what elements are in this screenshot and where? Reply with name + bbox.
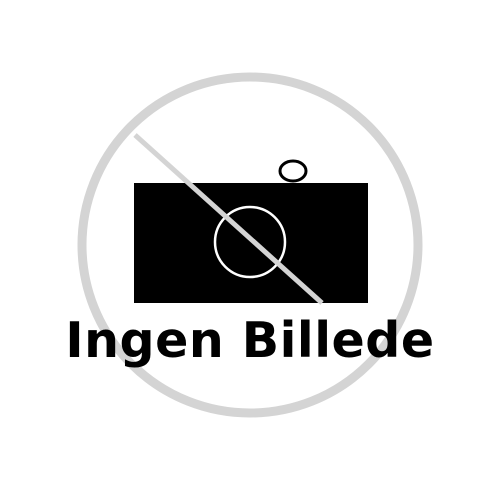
no-image-caption: Ingen Billede — [65, 312, 435, 369]
camera-flash — [278, 159, 308, 183]
camera-body — [134, 183, 368, 303]
no-image-placeholder: Ingen Billede — [0, 0, 500, 500]
camera-off-icon — [77, 72, 423, 418]
